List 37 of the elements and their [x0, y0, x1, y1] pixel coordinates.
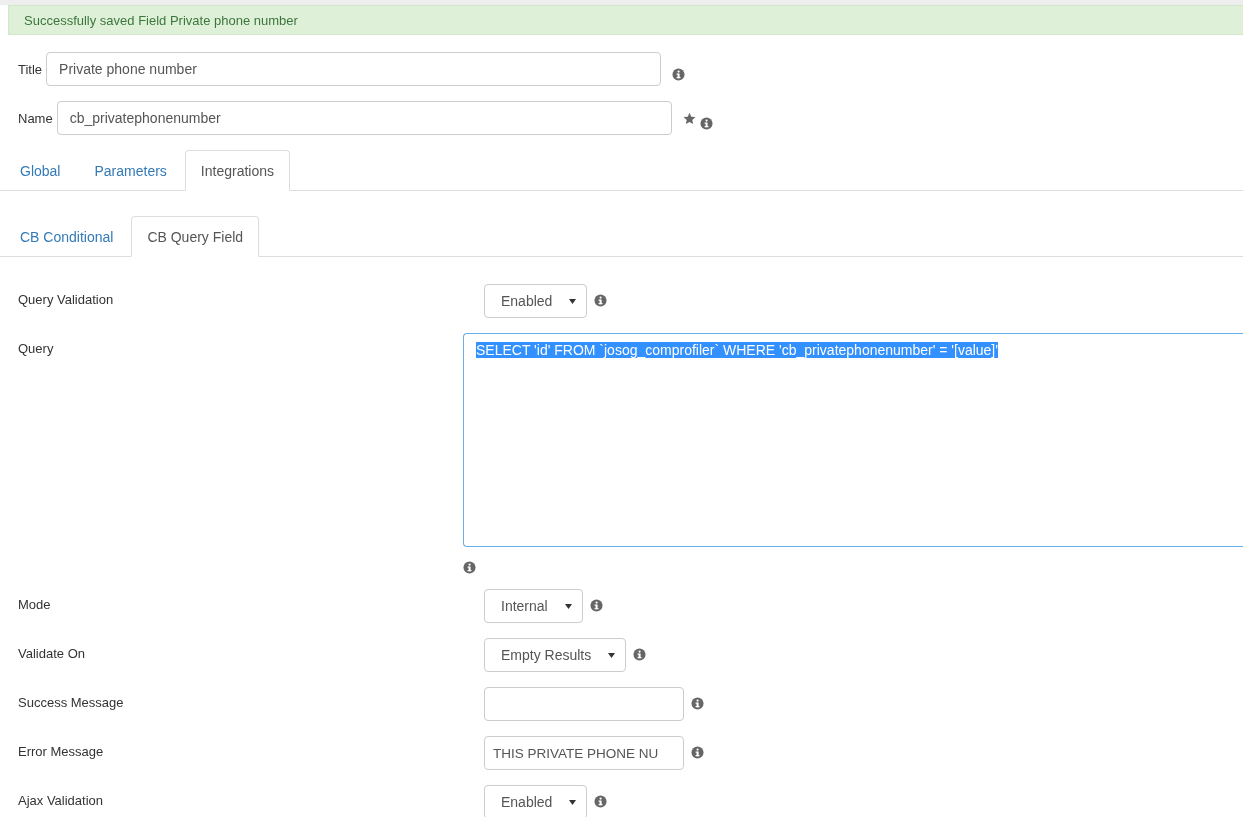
info-icon [594, 294, 608, 307]
info-icon [672, 67, 686, 81]
field-label: Validate On [18, 645, 86, 663]
select-field[interactable]: Internal [484, 589, 583, 623]
tab[interactable]: Parameters [78, 150, 183, 191]
field-label: Ajax Validation [18, 792, 105, 810]
info-icon [691, 746, 704, 759]
info-icon [594, 795, 608, 808]
field-label: Title [18, 61, 43, 77]
star-icon [682, 111, 696, 125]
input-field[interactable]: Private phone number [46, 52, 662, 86]
input-field[interactable]: THIS PRIVATE PHONE NU [484, 736, 684, 770]
info-icon [699, 116, 713, 130]
field-label: Success Message [18, 694, 125, 712]
info-icon [633, 648, 647, 661]
tab[interactable]: Integrations [184, 150, 290, 191]
field-label: Error Message [18, 743, 105, 761]
caret-icon [569, 799, 577, 805]
field-label: Name [18, 110, 53, 126]
caret-icon [608, 652, 616, 658]
select-field[interactable]: Enabled [484, 785, 588, 817]
caret-icon [564, 603, 572, 609]
input-field[interactable]: cb_privatephonenumber [56, 101, 672, 135]
tab[interactable]: CB Conditional [4, 216, 130, 257]
info-icon [463, 561, 476, 574]
success-alert: Successfully saved Field Private phone number [8, 5, 1243, 35]
info-icon [589, 599, 603, 612]
select-field[interactable]: Empty Results [484, 638, 627, 672]
tab[interactable]: Global [4, 150, 77, 191]
field-label: Mode [18, 596, 52, 614]
field-label: Query [18, 340, 55, 358]
info-icon [691, 697, 704, 710]
field-label: Query Validation [18, 291, 115, 309]
input-field[interactable] [484, 687, 684, 721]
tab[interactable]: CB Query Field [131, 216, 260, 257]
caret-icon [569, 298, 577, 304]
select-field[interactable]: Enabled [484, 284, 588, 318]
